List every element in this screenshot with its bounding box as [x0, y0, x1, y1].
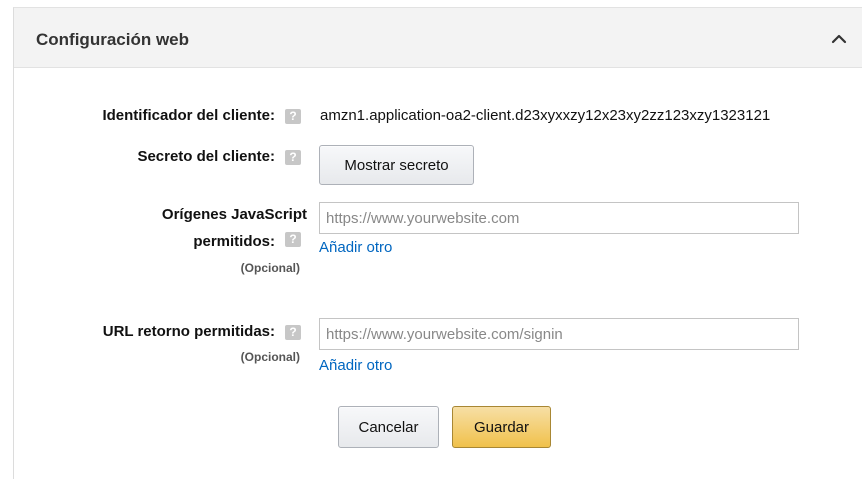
help-icon[interactable]: ?	[285, 232, 301, 247]
return-urls-add-link[interactable]: Añadir otro	[319, 357, 392, 374]
client-id-label: Identificador del cliente:	[102, 107, 275, 124]
help-icon[interactable]: ?	[285, 325, 301, 340]
help-icon[interactable]: ?	[285, 109, 301, 124]
client-secret-label: Secreto del cliente:	[137, 148, 275, 165]
js-origins-input[interactable]	[319, 202, 799, 234]
cancel-button[interactable]: Cancelar	[338, 406, 439, 448]
return-urls-label: URL retorno permitidas:	[102, 323, 275, 340]
js-origins-optional: (Opcional)	[240, 261, 300, 275]
save-button[interactable]: Guardar	[452, 406, 551, 448]
js-origins-label-line1: Orígenes JavaScript	[161, 206, 307, 223]
panel-title: Configuración web	[36, 30, 189, 49]
show-secret-button[interactable]: Mostrar secreto	[319, 145, 474, 185]
client-id-value: amzn1.application-oa2-client.d23xyxxzy12…	[320, 107, 771, 124]
js-origins-label-line2: permitidos:	[193, 233, 275, 250]
js-origins-add-link[interactable]: Añadir otro	[319, 239, 392, 256]
return-urls-input[interactable]	[319, 318, 799, 350]
panel-header[interactable]: Configuración web	[14, 8, 862, 68]
help-icon[interactable]: ?	[285, 150, 301, 165]
chevron-up-icon[interactable]	[830, 32, 848, 44]
return-urls-optional: (Opcional)	[240, 350, 300, 364]
